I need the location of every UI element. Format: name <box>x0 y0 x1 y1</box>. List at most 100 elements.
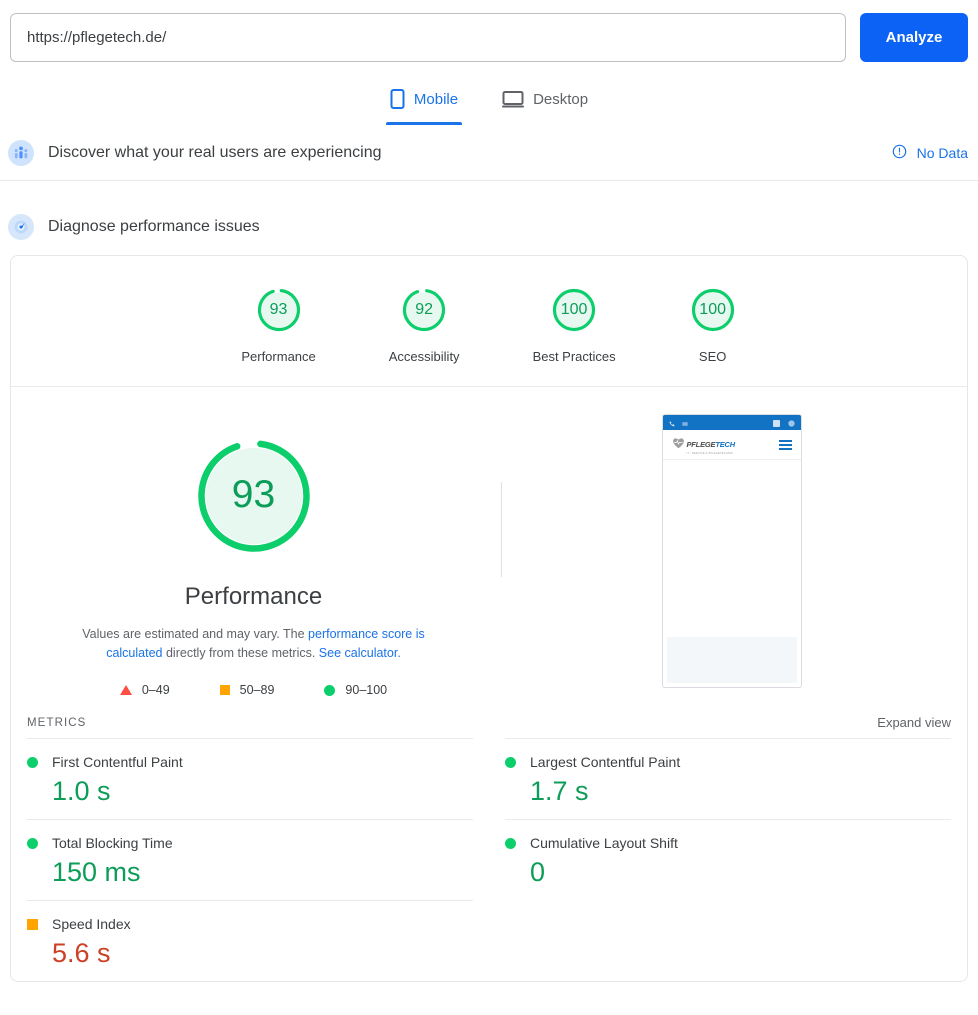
metrics-grid: First Contentful Paint 1.0 s Largest Con… <box>11 738 967 981</box>
phone-icon <box>669 415 675 432</box>
metric-label: Cumulative Layout Shift <box>530 835 678 851</box>
metric-label: Largest Contentful Paint <box>530 754 681 770</box>
heart-logo-icon <box>672 436 685 454</box>
score-label: Best Practices <box>532 349 616 364</box>
metric-header: Largest Contentful Paint <box>505 754 951 770</box>
metric-header: Cumulative Layout Shift <box>505 835 951 851</box>
no-data-label: No Data <box>916 144 968 161</box>
panel-divider <box>501 482 502 577</box>
metric-header: Speed Index <box>27 916 473 932</box>
url-input[interactable] <box>10 13 846 62</box>
expand-view-button[interactable]: Expand view <box>877 715 951 730</box>
desc-text-1: Values are estimated and may vary. The <box>82 627 309 641</box>
site-header: PFLEGETECH IT - SERVICE & PFLEGETECHNIK <box>662 430 801 460</box>
metric-header: Total Blocking Time <box>27 835 473 851</box>
see-calculator-link[interactable]: See calculator. <box>319 646 401 660</box>
legend-range: 90–100 <box>345 683 388 697</box>
score-gauge-performance: 93 <box>255 286 303 334</box>
site-logo: PFLEGETECH IT - SERVICE & PFLEGETECHNIK <box>672 434 735 455</box>
triangle-icon <box>119 685 132 695</box>
mobile-icon <box>390 89 405 109</box>
logo-wordmark: PFLEGETECH IT - SERVICE & PFLEGETECHNIK <box>686 434 736 455</box>
hamburger-menu-icon <box>778 439 792 450</box>
performance-description: Values are estimated and may vary. The p… <box>54 625 454 663</box>
performance-score-value: 93 <box>231 473 276 516</box>
gauge-icon <box>8 214 34 240</box>
category-score-performance[interactable]: 93 Performance <box>241 286 316 364</box>
metric-total-blocking-time[interactable]: Total Blocking Time 150 ms <box>27 819 473 900</box>
metric-header: First Contentful Paint <box>27 754 473 770</box>
status-circle-icon <box>505 837 516 849</box>
device-tabs: Mobile Desktop <box>0 83 978 125</box>
score-label: SEO <box>698 349 727 364</box>
score-gauge-best-practices: 100 <box>550 286 598 334</box>
metrics-header: METRICS Expand view <box>11 697 967 738</box>
metric-value: 5.6 s <box>52 938 111 968</box>
status-square-icon <box>27 918 38 930</box>
desktop-icon <box>502 89 525 109</box>
tab-desktop[interactable]: Desktop <box>498 83 592 125</box>
score-value: 92 <box>415 301 434 318</box>
score-label: Performance <box>241 349 316 364</box>
no-data-status[interactable]: No Data <box>892 144 968 162</box>
score-gauge-seo: 100 <box>689 286 737 334</box>
metric-label: Total Blocking Time <box>52 835 173 851</box>
metric-largest-contentful-paint[interactable]: Largest Contentful Paint 1.7 s <box>505 738 951 819</box>
users-icon <box>8 139 34 166</box>
metric-label: Speed Index <box>52 916 131 932</box>
logo-subtitle: IT - SERVICE & PFLEGETECHNIK <box>686 452 733 455</box>
metric-first-contentful-paint[interactable]: First Contentful Paint 1.0 s <box>27 738 473 819</box>
performance-title: Performance <box>184 583 323 610</box>
field-data-title: Discover what your real users are experi… <box>48 143 382 161</box>
metric-cumulative-layout-shift[interactable]: Cumulative Layout Shift 0 <box>505 819 951 900</box>
metric-value: 1.0 s <box>52 776 111 806</box>
score-value: 100 <box>560 301 588 318</box>
score-gauge-accessibility: 92 <box>400 286 448 334</box>
square-icon <box>219 685 230 695</box>
status-circle-icon <box>27 837 38 849</box>
facebook-icon <box>772 415 780 432</box>
score-value: 93 <box>269 301 288 318</box>
screenshot-pane: PFLEGETECH IT - SERVICE & PFLEGETECHNIK <box>496 409 967 697</box>
performance-gauge: 93 <box>195 437 313 555</box>
category-score-seo[interactable]: 100 SEO <box>689 286 737 364</box>
logo-text-blue: TECH <box>715 440 735 449</box>
category-score-best-practices[interactable]: 100 Best Practices <box>533 286 616 364</box>
metrics-heading: METRICS <box>27 716 87 729</box>
tab-mobile-label: Mobile <box>413 90 459 108</box>
instagram-icon <box>787 415 795 432</box>
legend-range: 0–49 <box>141 683 170 697</box>
tab-desktop-label: Desktop <box>533 90 589 108</box>
circle-icon <box>324 684 336 696</box>
search-bar: Analyze <box>0 0 978 62</box>
score-legend: 0–49 50–89 90–100 <box>119 683 387 697</box>
category-score-accessibility[interactable]: 92 Accessibility <box>389 286 460 364</box>
metric-value: 0 <box>530 857 546 887</box>
logo-text-dark: PFLEGE <box>686 440 716 449</box>
topbar-right-icons <box>772 415 795 432</box>
legend-item-good: 90–100 <box>324 683 387 697</box>
lab-data-title: Diagnose performance issues <box>48 218 260 235</box>
score-label: Accessibility <box>388 349 460 364</box>
legend-item-average: 50–89 <box>219 683 275 697</box>
category-scores: 93 Performance 92 Accessibility 100 Best… <box>11 256 967 387</box>
metric-label: First Contentful Paint <box>52 754 183 770</box>
mail-icon <box>681 415 688 432</box>
site-footer <box>666 637 797 683</box>
metric-speed-index[interactable]: Speed Index 5.6 s <box>27 900 473 981</box>
status-circle-icon <box>27 756 38 768</box>
lighthouse-report-card: 93 Performance 92 Accessibility 100 Best… <box>10 255 968 982</box>
tab-mobile[interactable]: Mobile <box>385 83 463 125</box>
analyze-button[interactable]: Analyze <box>860 13 968 62</box>
legend-range: 50–89 <box>239 683 275 697</box>
legend-item-poor: 0–49 <box>119 683 170 697</box>
performance-summary: 93 Performance Values are estimated and … <box>11 409 496 697</box>
page-screenshot-thumbnail: PFLEGETECH IT - SERVICE & PFLEGETECHNIK <box>661 414 802 688</box>
site-topbar <box>662 415 801 432</box>
score-value: 100 <box>699 301 726 318</box>
site-body <box>662 460 801 637</box>
status-circle-icon <box>505 756 516 768</box>
desc-text-2: directly from these metrics. <box>162 646 319 660</box>
metric-value: 1.7 s <box>530 776 589 806</box>
